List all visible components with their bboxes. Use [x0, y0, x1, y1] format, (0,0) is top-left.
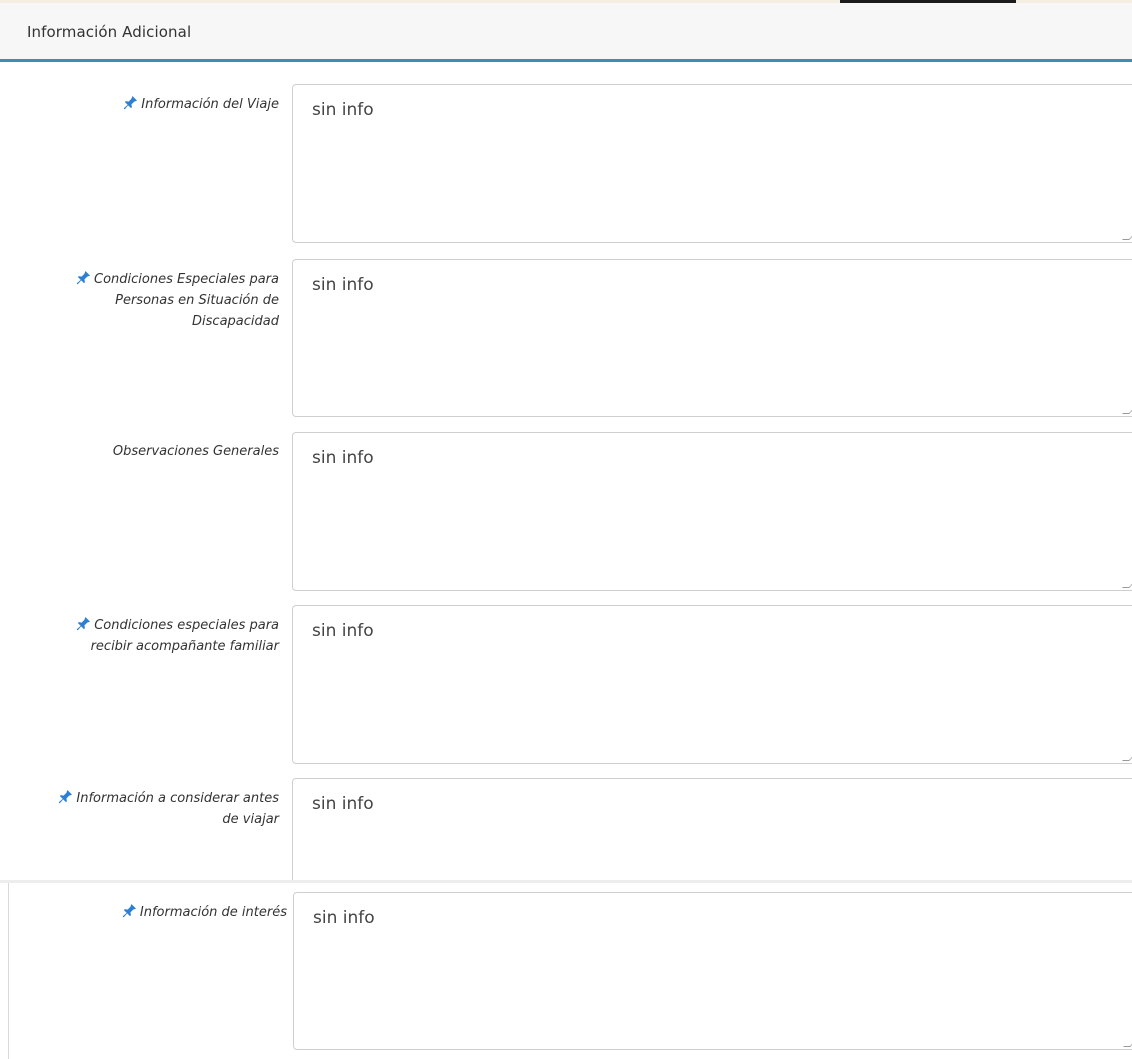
field-value: sin info — [312, 275, 374, 295]
textarea-acompanante-familiar[interactable]: sin info — [292, 605, 1132, 764]
panel-title: Información Adicional — [27, 23, 192, 41]
resize-handle-icon[interactable] — [1122, 233, 1132, 240]
textarea-observaciones-generales[interactable]: sin info — [292, 432, 1132, 591]
resize-handle-icon[interactable] — [1122, 754, 1132, 761]
label-informacion-del-viaje: Información del Viaje — [39, 93, 279, 115]
field-value: sin info — [312, 621, 374, 641]
label-acompanante-familiar: Condiciones especiales para recibir acom… — [39, 614, 279, 657]
field-value: sin info — [313, 908, 375, 928]
textarea-informacion-del-viaje[interactable]: sin info — [292, 84, 1132, 243]
pushpin-icon — [76, 268, 91, 289]
textarea-condiciones-discapacidad[interactable]: sin info — [292, 259, 1132, 417]
panel-body: Información del Viaje sin info Condicion… — [0, 62, 1132, 898]
panel-heading: Información Adicional — [0, 3, 1132, 59]
resize-handle-icon[interactable] — [1122, 407, 1132, 414]
lower-panel-body: Información de interés sin info — [8, 883, 1132, 1059]
resize-handle-icon[interactable] — [1122, 581, 1132, 588]
pushpin-icon — [122, 901, 137, 922]
field-value: sin info — [312, 100, 374, 120]
label-observaciones-generales: Observaciones Generales — [112, 444, 279, 459]
field-value: sin info — [312, 448, 374, 468]
textarea-informacion-de-interes[interactable]: sin info — [293, 892, 1132, 1050]
label-antes-de-viajar: Información a considerar antes de viajar — [39, 787, 279, 830]
pushpin-icon — [123, 93, 138, 114]
label-informacion-de-interes: Información de interés — [47, 901, 287, 923]
field-value: sin info — [312, 794, 374, 814]
resize-handle-icon[interactable] — [1123, 1040, 1132, 1047]
pushpin-icon — [58, 787, 73, 808]
pushpin-icon — [76, 614, 91, 635]
label-condiciones-discapacidad: Condiciones Especiales para Personas en … — [39, 268, 279, 332]
